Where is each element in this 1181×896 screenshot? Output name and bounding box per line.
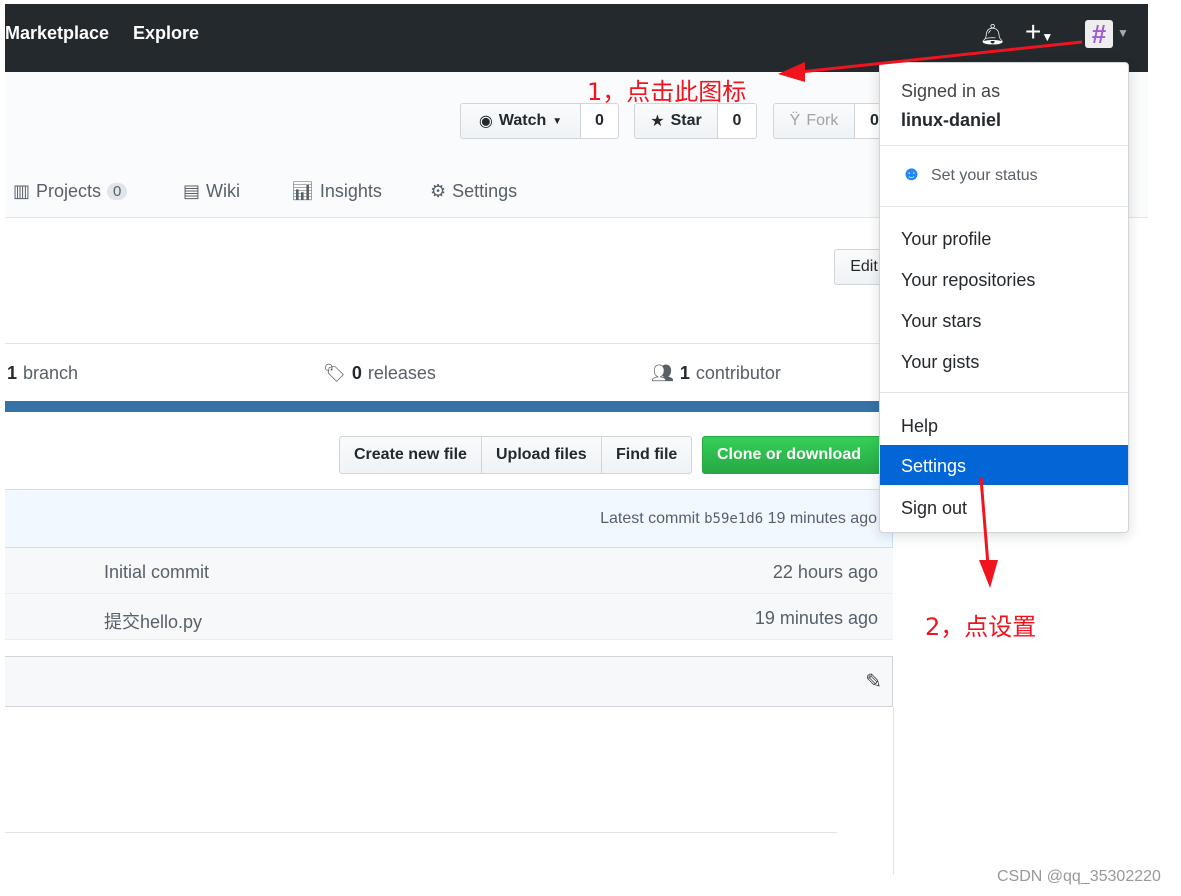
annotation-step2: 2，点设置: [925, 613, 1037, 641]
watermark: CSDN @qq_35302220: [997, 868, 1161, 885]
annotation-arrows: [778, 40, 1083, 588]
annotation-step1: 1，点击此图标: [587, 78, 747, 106]
arrow-1: [799, 40, 1083, 74]
arrow-1-head: [778, 62, 805, 82]
arrow-2: [979, 477, 990, 566]
arrow-2-head: [979, 560, 998, 588]
